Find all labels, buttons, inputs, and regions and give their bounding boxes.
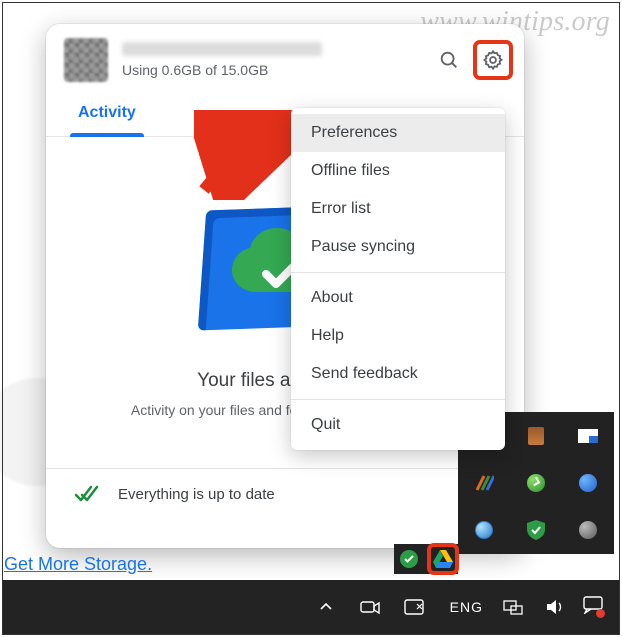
tray-icon-stripes[interactable] bbox=[473, 472, 495, 494]
network-icon bbox=[503, 599, 523, 615]
menu-offline-files[interactable]: Offline files bbox=[291, 152, 505, 190]
settings-menu: Preferences Offline files Error list Pau… bbox=[291, 108, 505, 450]
menu-help[interactable]: Help bbox=[291, 317, 505, 355]
gear-icon bbox=[482, 49, 504, 71]
taskbar-network[interactable] bbox=[499, 593, 527, 621]
drive-icon bbox=[433, 550, 453, 568]
menu-quit[interactable]: Quit bbox=[291, 406, 505, 444]
storage-text: Using 0.6GB of 15.0GB bbox=[122, 62, 432, 78]
tray-icon-google-drive[interactable] bbox=[430, 546, 456, 572]
drive-popup: Using 0.6GB of 15.0GB Activity Your file… bbox=[46, 24, 524, 548]
menu-about[interactable]: About bbox=[291, 279, 505, 317]
taskbar-volume[interactable] bbox=[541, 593, 569, 621]
taskbar-cast[interactable] bbox=[400, 593, 428, 621]
cast-icon bbox=[404, 599, 424, 615]
menu-separator bbox=[291, 399, 505, 400]
camera-icon bbox=[360, 599, 380, 615]
menu-preferences[interactable]: Preferences bbox=[291, 114, 505, 152]
menu-pause-syncing[interactable]: Pause syncing bbox=[291, 228, 505, 266]
tray-icon-mail[interactable] bbox=[577, 425, 599, 447]
tray-icon-generic-1[interactable] bbox=[525, 425, 547, 447]
account-identity: Using 0.6GB of 15.0GB bbox=[122, 42, 432, 78]
check-icon bbox=[74, 484, 100, 504]
tray-icon-grey-circle[interactable] bbox=[577, 519, 599, 541]
divider bbox=[46, 468, 524, 469]
tray-icon-status-ok[interactable] bbox=[396, 546, 422, 572]
account-email-redacted bbox=[122, 42, 322, 56]
tray-icon-globe[interactable] bbox=[473, 519, 495, 541]
popup-header: Using 0.6GB of 15.0GB bbox=[46, 24, 524, 92]
status-row: Everything is up to date bbox=[46, 484, 524, 504]
volume-icon bbox=[545, 599, 565, 615]
search-icon bbox=[438, 49, 460, 71]
tray-icon-green-circle[interactable] bbox=[525, 472, 547, 494]
tray-chevron-up[interactable] bbox=[312, 593, 340, 621]
tray-pinned-row bbox=[394, 544, 458, 574]
windows-taskbar: ENG bbox=[3, 580, 619, 634]
taskbar-language[interactable]: ENG bbox=[450, 599, 483, 615]
taskbar-notifications[interactable] bbox=[583, 596, 605, 618]
settings-button[interactable] bbox=[476, 43, 510, 77]
search-button[interactable] bbox=[432, 43, 466, 77]
menu-error-list[interactable]: Error list bbox=[291, 190, 505, 228]
menu-send-feedback[interactable]: Send feedback bbox=[291, 355, 505, 393]
taskbar-camera[interactable] bbox=[356, 593, 384, 621]
tray-icon-shield[interactable] bbox=[525, 519, 547, 541]
tray-icon-blue-circle[interactable] bbox=[577, 472, 599, 494]
menu-separator bbox=[291, 272, 505, 273]
tab-activity[interactable]: Activity bbox=[70, 92, 144, 136]
status-text: Everything is up to date bbox=[118, 486, 275, 503]
get-more-storage-link[interactable]: Get More Storage. bbox=[4, 554, 152, 575]
chevron-up-icon bbox=[319, 600, 333, 614]
avatar bbox=[64, 38, 108, 82]
